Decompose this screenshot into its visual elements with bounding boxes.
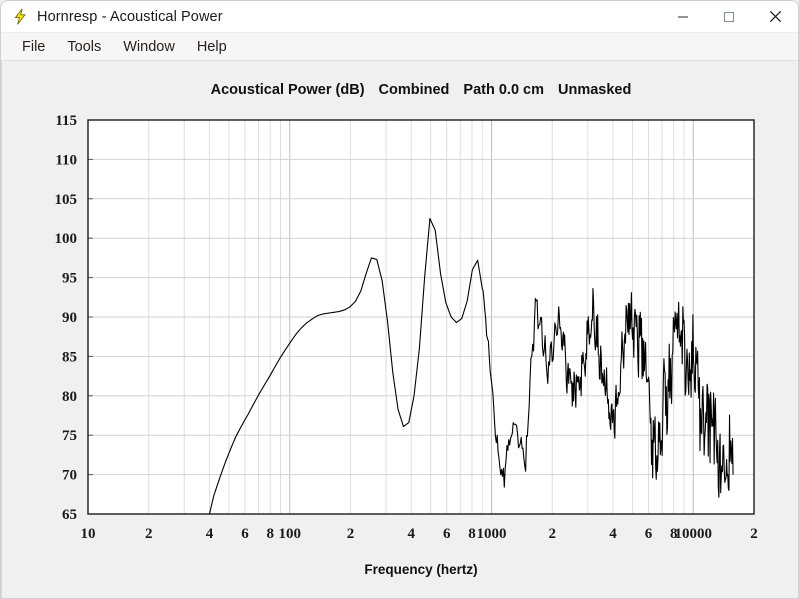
svg-text:2: 2 (750, 526, 758, 542)
svg-text:2: 2 (347, 526, 355, 542)
svg-text:80: 80 (62, 389, 77, 405)
svg-text:4: 4 (206, 526, 214, 542)
hornresp-window: Hornresp - Acoustical Power File Tools W… (0, 0, 799, 599)
chart-title: Acoustical Power (dB) Combined Path 0.0 cm… (211, 82, 632, 98)
window-title: Hornresp - Acoustical Power (37, 8, 223, 25)
menu-bar: File Tools Window Help (1, 33, 798, 61)
title-bar: Hornresp - Acoustical Power (1, 1, 798, 33)
svg-text:115: 115 (55, 113, 77, 129)
svg-text:2: 2 (548, 526, 556, 542)
menu-item-help[interactable]: Help (186, 37, 238, 57)
x-axis-label: Frequency (hertz) (364, 562, 477, 577)
svg-text:100: 100 (55, 231, 78, 247)
svg-text:1000: 1000 (477, 526, 507, 542)
svg-text:95: 95 (62, 271, 77, 287)
svg-text:10: 10 (81, 526, 96, 542)
svg-text:2: 2 (145, 526, 153, 542)
menu-item-tools[interactable]: Tools (56, 37, 112, 57)
svg-text:10000: 10000 (675, 526, 713, 542)
svg-text:65: 65 (62, 507, 77, 523)
svg-text:6: 6 (443, 526, 451, 542)
client-area: Acoustical Power (dB) Combined Path 0.0 cm… (1, 61, 798, 598)
close-button[interactable] (752, 1, 798, 32)
svg-text:8: 8 (468, 526, 476, 542)
x-axis-ticks: 10 2 4 6 8 100 2 4 6 8 1000 2 4 6 810000 2 (81, 526, 758, 542)
svg-text:6: 6 (645, 526, 653, 542)
svg-text:8: 8 (266, 526, 274, 542)
svg-text:110: 110 (55, 152, 77, 168)
menu-item-window[interactable]: Window (112, 37, 186, 57)
svg-text:70: 70 (62, 468, 77, 484)
menu-item-file[interactable]: File (11, 37, 56, 57)
svg-text:100: 100 (279, 526, 302, 542)
maximize-button[interactable] (706, 1, 752, 32)
svg-text:85: 85 (62, 349, 77, 365)
svg-text:6: 6 (241, 526, 249, 542)
window-controls (660, 1, 798, 32)
svg-text:4: 4 (407, 526, 415, 542)
svg-text:75: 75 (62, 428, 77, 444)
minimize-button[interactable] (660, 1, 706, 32)
svg-text:4: 4 (609, 526, 617, 542)
chart-canvas: Acoustical Power (dB) Combined Path 0.0 cm… (55, 82, 758, 577)
svg-text:105: 105 (55, 192, 78, 208)
lightning-bolt-icon (11, 8, 29, 26)
svg-text:90: 90 (62, 310, 77, 326)
acoustical-power-plot: Acoustical Power (dB) Combined Path 0.0 cm… (2, 61, 798, 598)
y-axis-ticks: 65 70 75 80 85 90 95 100 105 110 115 (55, 113, 93, 523)
